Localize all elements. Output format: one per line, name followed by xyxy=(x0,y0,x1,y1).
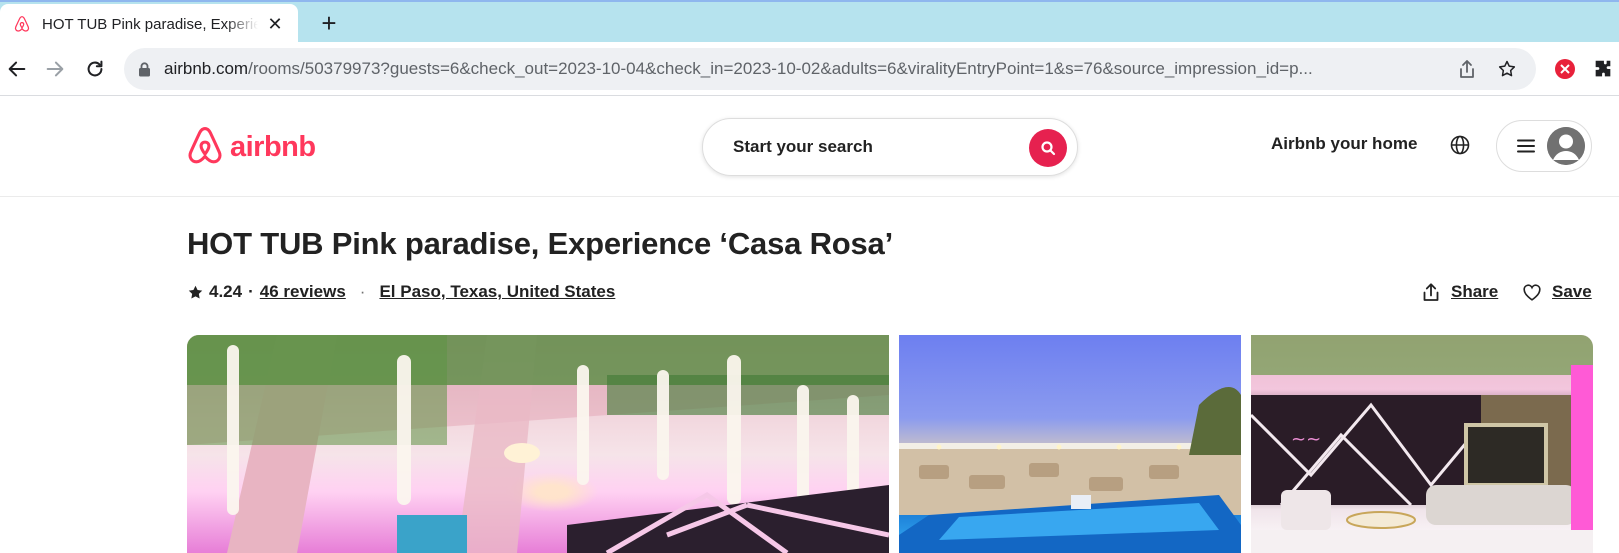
share-button[interactable]: Share xyxy=(1421,280,1498,304)
save-button[interactable]: Save xyxy=(1522,280,1592,304)
host-link[interactable]: Airbnb your home xyxy=(1271,134,1417,154)
airbnb-logo[interactable]: airbnb xyxy=(186,126,316,168)
search-bar[interactable]: Start your search xyxy=(702,118,1078,176)
user-menu-button[interactable] xyxy=(1496,120,1592,172)
red-extension-icon[interactable] xyxy=(1552,56,1578,82)
url-host: airbnb.com xyxy=(163,59,249,78)
site-header: airbnb Start your search Airbnb your hom… xyxy=(0,96,1619,197)
puzzle-icon[interactable] xyxy=(1590,56,1616,82)
bookmark-star-icon[interactable] xyxy=(1494,56,1520,82)
pergola-illustration xyxy=(187,335,889,553)
globe-icon[interactable] xyxy=(1448,133,1472,157)
browser-toolbar: airbnb.com/rooms/50379973?guests=6&check… xyxy=(0,42,1619,96)
meta-separator: · xyxy=(359,282,366,301)
hamburger-icon xyxy=(1515,135,1537,157)
share-icon xyxy=(1421,282,1441,302)
lock-icon[interactable] xyxy=(138,61,152,77)
listing-title: HOT TUB Pink paradise, Experience ‘Casa … xyxy=(187,226,893,261)
airbnb-logo-icon xyxy=(12,14,32,34)
share-label: Share xyxy=(1451,282,1499,301)
address-bar[interactable]: airbnb.com/rooms/50379973?guests=6&check… xyxy=(124,48,1536,90)
heart-icon xyxy=(1522,282,1542,302)
tab-title: HOT TUB Pink paradise, Experience 'Casa … xyxy=(42,15,258,33)
listing-photo-lounge[interactable]: ~~ xyxy=(1251,335,1593,553)
reviews-link[interactable]: 46 reviews xyxy=(260,282,346,302)
lounge-illustration: ~~ xyxy=(1251,335,1593,553)
logo-text: airbnb xyxy=(230,130,316,163)
url-path: /rooms/50379973?guests=6&check_out=2023-… xyxy=(248,59,1313,78)
save-label: Save xyxy=(1552,282,1592,301)
url-text[interactable]: airbnb.com/rooms/50379973?guests=6&check… xyxy=(164,59,1440,79)
share-page-icon[interactable] xyxy=(1454,56,1480,82)
hot-tub-illustration xyxy=(899,387,1241,553)
meta-separator: · xyxy=(248,282,254,301)
back-arrow-icon[interactable] xyxy=(4,56,30,82)
close-tab-icon[interactable]: ✕ xyxy=(264,13,286,35)
search-button[interactable] xyxy=(1029,129,1067,167)
browser-tab[interactable]: HOT TUB Pink paradise, Experience 'Casa … xyxy=(0,4,298,44)
reload-icon[interactable] xyxy=(82,56,108,82)
rating-value: 4.24 xyxy=(209,282,243,301)
forward-arrow-icon[interactable] xyxy=(42,56,68,82)
listing-photo-main[interactable] xyxy=(187,335,889,553)
new-tab-button[interactable]: + xyxy=(316,8,342,38)
airbnb-logo-icon xyxy=(188,127,222,164)
svg-text:~~: ~~ xyxy=(1291,429,1321,450)
search-placeholder: Start your search xyxy=(733,137,873,156)
listing-meta: 4.24 · 46 reviews · El Paso, Texas, Unit… xyxy=(187,280,615,304)
search-icon xyxy=(1041,141,1056,156)
listing-photo-hot-tub[interactable] xyxy=(899,335,1241,553)
rating-star-icon xyxy=(187,283,205,301)
browser-tabstrip: HOT TUB Pink paradise, Experience 'Casa … xyxy=(0,0,1619,44)
avatar-icon xyxy=(1547,127,1585,165)
location-link[interactable]: El Paso, Texas, United States xyxy=(379,282,615,302)
